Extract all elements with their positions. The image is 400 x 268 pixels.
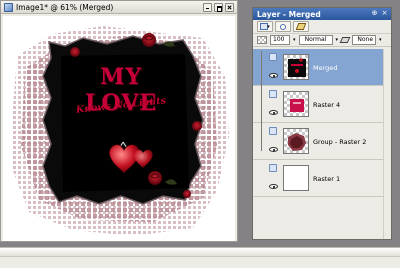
edit-layer-button[interactable] (293, 21, 309, 32)
layer-list-scrollbar[interactable] (383, 49, 391, 239)
layer-name: Raster 4 (313, 101, 341, 109)
layer-visibility-button[interactable] (269, 127, 277, 135)
palette-title-controls: ⊕ × (371, 10, 388, 17)
view-layer-icon (280, 23, 286, 30)
opacity-field[interactable]: 100 (270, 35, 290, 45)
merged-thumbnail-art (288, 58, 306, 77)
rose-bottom-right (183, 190, 191, 198)
layer-palette-titlebar[interactable]: Layer - Merged ⊕ × (253, 8, 391, 20)
layer-visibility-button[interactable] (269, 90, 277, 98)
layer-list: Merged Raster 4 Group - Raster 2 Raster … (253, 49, 391, 239)
blend-arrow-icon[interactable]: ▾ (336, 37, 339, 43)
dropdown-arrow-icon: ▾ (267, 23, 270, 30)
close-icon[interactable]: × (381, 10, 388, 17)
layer-thumbnail (283, 128, 309, 154)
layer-name: Merged (313, 64, 338, 72)
view-layer-button[interactable] (275, 21, 291, 32)
edit-layer-icon (295, 23, 307, 30)
image-canvas[interactable]: MY LOVE Knows No Limits (3, 16, 235, 241)
close-icon[interactable] (225, 3, 234, 12)
layer-row-group-raster-2[interactable]: Group - Raster 2 (253, 123, 391, 160)
image-window: Image1* @ 61% (Merged) MY LOVE Knows No … (0, 0, 238, 242)
layer-name: Raster 1 (313, 175, 341, 183)
maximize-icon[interactable] (214, 3, 223, 12)
image-window-titlebar[interactable]: Image1* @ 61% (Merged) (1, 1, 237, 14)
eye-icon[interactable] (269, 73, 278, 78)
layer-toolbar: ▾ (253, 20, 391, 34)
layer-tree-line (261, 51, 262, 151)
layer-properties-bar: 100 ▾ Normal ▾ None ▾ (253, 34, 391, 47)
eye-icon[interactable] (269, 110, 278, 115)
bottom-panel-header[interactable] (0, 248, 400, 257)
layer-visibility-button[interactable] (269, 164, 277, 172)
opacity-arrow-icon[interactable]: ▾ (293, 37, 296, 43)
new-layer-button[interactable]: ▾ (257, 21, 273, 32)
rose-right (192, 121, 202, 131)
group-thumbnail-art (288, 133, 306, 151)
bottom-panel (0, 247, 400, 268)
window-controls (203, 3, 234, 12)
layer-thumbnail (283, 54, 309, 80)
layer-row-raster-1[interactable]: Raster 1 (253, 160, 391, 197)
layer-palette-title: Layer - Merged (257, 9, 321, 19)
lock-arrow-icon[interactable]: ▾ (379, 37, 382, 43)
tag-artwork (11, 26, 229, 236)
transparency-swatch-icon (257, 36, 267, 44)
eye-icon[interactable] (269, 184, 278, 189)
layer-name: Group - Raster 2 (313, 138, 367, 146)
minimize-icon[interactable] (203, 3, 212, 12)
lock-select[interactable]: None (352, 35, 377, 45)
eye-icon[interactable] (269, 147, 278, 152)
layer-visibility-button[interactable] (269, 53, 277, 61)
document-icon (4, 2, 13, 12)
lock-pencil-icon (339, 37, 351, 43)
pin-icon[interactable]: ⊕ (371, 10, 378, 17)
image-window-title: Image1* @ 61% (Merged) (16, 2, 114, 12)
layer-palette: Layer - Merged ⊕ × ▾ 100 ▾ Normal ▾ None… (252, 7, 392, 240)
layer-thumbnail (283, 91, 309, 117)
rose-top-left (70, 47, 80, 57)
blend-mode-select[interactable]: Normal (298, 35, 333, 45)
layer-thumbnail (283, 165, 309, 191)
raster4-thumbnail-art (290, 99, 304, 112)
layer-row-merged[interactable]: Merged (253, 49, 391, 86)
layer-row-raster-4[interactable]: Raster 4 (253, 86, 391, 123)
